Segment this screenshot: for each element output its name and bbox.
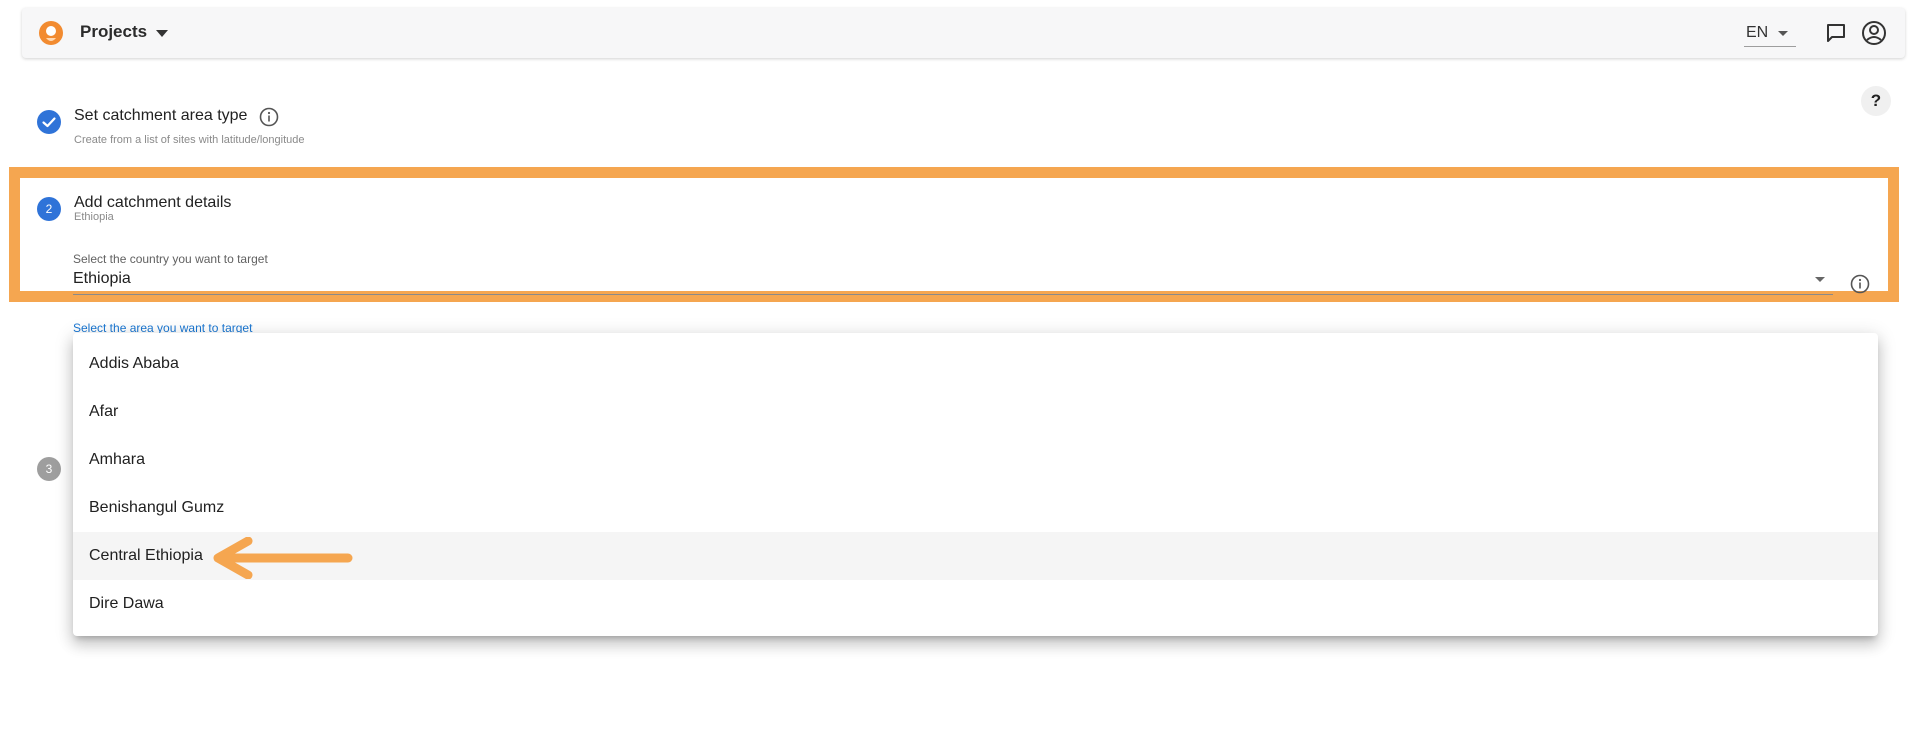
menu-item-afar[interactable]: Afar (73, 388, 1878, 436)
country-select-underline (73, 294, 1833, 295)
step-2-number: 2 (37, 197, 61, 221)
language-select[interactable]: EN (1744, 20, 1796, 47)
country-field-label: Select the country you want to target (73, 252, 268, 266)
feedback-icon[interactable] (1822, 19, 1850, 47)
menu-item-amhara[interactable]: Amhara (73, 436, 1878, 484)
area-options-menu: Addis Ababa Afar Amhara Benishangul Gumz… (73, 333, 1878, 636)
menu-item-addis-ababa[interactable]: Addis Ababa (73, 340, 1878, 388)
step-2-highlight-box (9, 167, 1899, 302)
help-button[interactable]: ? (1861, 86, 1891, 116)
language-value: EN (1746, 24, 1769, 41)
info-icon[interactable] (259, 107, 279, 127)
step-2-subtitle: Ethiopia (74, 211, 114, 223)
logo-icon (39, 21, 63, 45)
check-icon (42, 117, 56, 128)
top-app-bar: Projects EN (22, 8, 1905, 58)
step-1-completed-check-icon (37, 110, 61, 134)
annotation-arrow-icon (213, 537, 353, 579)
step-2-title[interactable]: Add catchment details (74, 194, 231, 212)
menu-item-dire-dawa[interactable]: Dire Dawa (73, 580, 1878, 628)
step-1-subtitle: Create from a list of sites with latitud… (74, 134, 305, 146)
projects-menu-title[interactable]: Projects (80, 22, 147, 42)
account-circle-icon[interactable] (1860, 19, 1888, 47)
chevron-down-icon[interactable] (1815, 277, 1825, 282)
step-1-title[interactable]: Set catchment area type (74, 107, 247, 125)
chevron-down-icon (1778, 31, 1788, 36)
chevron-down-icon[interactable] (156, 30, 168, 37)
country-select-value[interactable]: Ethiopia (73, 270, 131, 288)
info-icon[interactable] (1850, 274, 1870, 294)
menu-item-benishangul-gumz[interactable]: Benishangul Gumz (73, 484, 1878, 532)
step-3-number: 3 (37, 457, 61, 481)
